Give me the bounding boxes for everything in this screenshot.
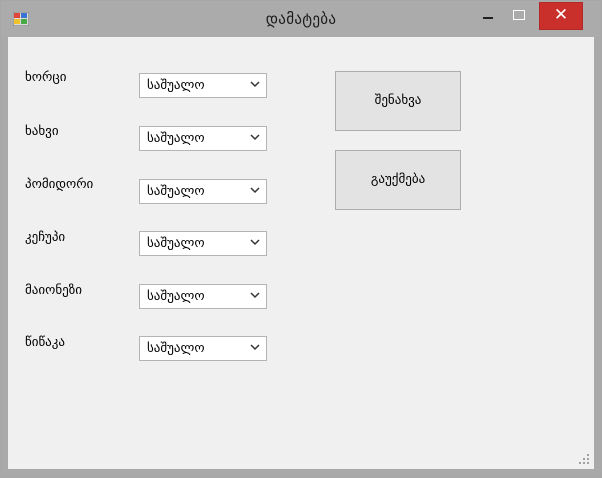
chevron-down-icon bbox=[250, 239, 260, 246]
chevron-down-icon bbox=[250, 187, 260, 194]
label-mayonnaise: მაიონეზი bbox=[25, 283, 82, 298]
combo-mayonnaise[interactable]: საშუალო bbox=[139, 284, 267, 309]
title-bar[interactable]: დამატება ✕ bbox=[1, 1, 601, 37]
label-meat: ხორცი bbox=[25, 70, 67, 85]
label-onion: ხახვი bbox=[25, 124, 59, 139]
combo-meat-value: საშუალო bbox=[147, 78, 205, 93]
combo-meat[interactable]: საშუალო bbox=[139, 73, 267, 98]
chevron-down-icon bbox=[250, 344, 260, 351]
combo-pepper-value: საშუალო bbox=[147, 341, 205, 356]
label-ketchup: კეჩუპი bbox=[25, 230, 66, 245]
cancel-button[interactable]: გაუქმება bbox=[335, 150, 461, 210]
combo-onion-value: საშუალო bbox=[147, 131, 205, 146]
combo-ketchup[interactable]: საშუალო bbox=[139, 231, 267, 256]
save-button[interactable]: შენახვა bbox=[335, 71, 461, 131]
label-pepper: წიწაკა bbox=[25, 335, 66, 350]
form-client-area: ხორცი საშუალო ხახვი საშუალო პომიდორი საშ… bbox=[8, 37, 594, 469]
combo-tomato[interactable]: საშუალო bbox=[139, 179, 267, 204]
combo-mayonnaise-value: საშუალო bbox=[147, 289, 205, 304]
window: დამატება ✕ ხორცი საშუალო ხახვი საშუალო პ… bbox=[0, 0, 602, 478]
combo-ketchup-value: საშუალო bbox=[147, 236, 205, 251]
combo-tomato-value: საშუალო bbox=[147, 184, 205, 199]
combo-pepper[interactable]: საშუალო bbox=[139, 336, 267, 361]
label-tomato: პომიდორი bbox=[25, 177, 94, 192]
maximize-button[interactable] bbox=[506, 5, 532, 25]
chevron-down-icon bbox=[250, 81, 260, 88]
close-icon: ✕ bbox=[553, 5, 569, 25]
save-button-label: შენახვა bbox=[374, 93, 422, 108]
minimize-button[interactable] bbox=[475, 5, 501, 25]
cancel-button-label: გაუქმება bbox=[370, 172, 426, 187]
close-button[interactable]: ✕ bbox=[539, 2, 583, 30]
chevron-down-icon bbox=[250, 134, 260, 141]
combo-onion[interactable]: საშუალო bbox=[139, 126, 267, 151]
resize-grip-icon[interactable] bbox=[578, 453, 590, 465]
chevron-down-icon bbox=[250, 292, 260, 299]
